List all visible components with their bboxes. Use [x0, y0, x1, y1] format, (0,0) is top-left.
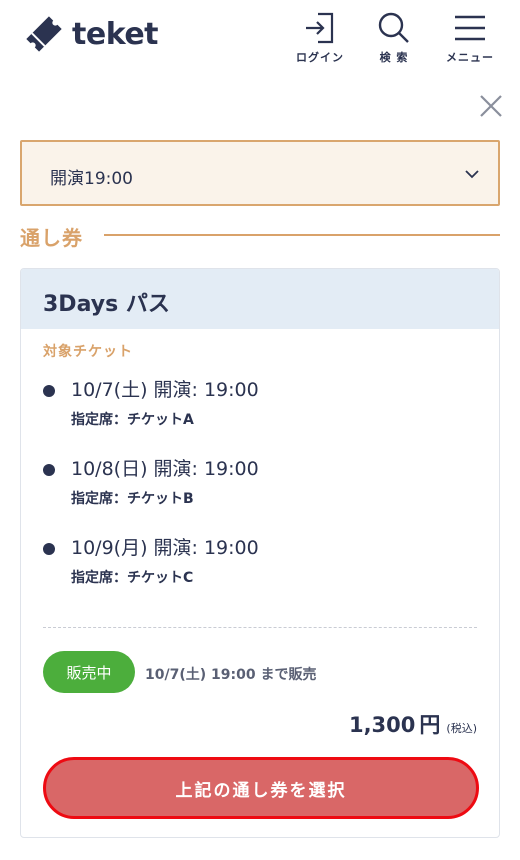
dashed-divider [43, 627, 477, 628]
section-title: 通し券 [20, 226, 83, 250]
list-item: 10/9(月) 開演: 19:00 指定席：チケットC [43, 533, 483, 593]
ticket-date: 10/7(土) 開演: 19:00 [71, 379, 259, 401]
login-button[interactable]: ログイン [290, 10, 350, 68]
menu-icon [455, 15, 485, 41]
close-icon[interactable] [478, 93, 504, 119]
target-tickets-label: 対象チケット [43, 344, 133, 360]
ticket-logo-icon [26, 16, 62, 52]
site-header: teket ログイン 検 索 メニュー [0, 0, 520, 76]
chevron-down-icon [465, 170, 479, 179]
performance-select-value: 開演19:00 [50, 169, 133, 189]
logo-text: teket [72, 16, 159, 52]
price-tax-note: (税込) [446, 722, 477, 735]
list-item: 10/7(土) 開演: 19:00 指定席：チケットA [43, 375, 483, 435]
price-unit: 円 [419, 713, 441, 737]
pass-title: 3Days パス [43, 292, 170, 317]
login-icon [306, 12, 334, 44]
status-badge: 販売中 [43, 651, 135, 693]
menu-label: メニュー [446, 51, 494, 64]
list-item: 10/8(日) 開演: 19:00 指定席：チケットB [43, 454, 483, 514]
ticket-seat: 指定席：チケットC [71, 570, 194, 586]
bullet [43, 464, 55, 476]
pass-card: 3Days パス 対象チケット 10/7(土) 開演: 19:00 指定席：チケ… [20, 268, 500, 838]
menu-button[interactable]: メニュー [440, 10, 500, 68]
sale-period: 10/7(土) 19:00 まで販売 [145, 667, 317, 683]
price-amount: 1,300 [348, 713, 416, 737]
teket-logo[interactable]: teket [22, 12, 159, 56]
search-label: 検 索 [379, 51, 409, 64]
ticket-seat: 指定席：チケットB [71, 491, 194, 507]
section-divider [104, 234, 500, 236]
bullet [43, 543, 55, 555]
bullet [43, 385, 55, 397]
ticket-date: 10/8(日) 開演: 19:00 [71, 458, 259, 480]
ticket-seat: 指定席：チケットA [71, 412, 194, 428]
ticket-date: 10/9(月) 開演: 19:00 [71, 537, 259, 559]
login-label: ログイン [296, 51, 344, 64]
search-icon [378, 12, 409, 43]
select-pass-button[interactable]: 上記の通し券を選択 [43, 757, 479, 819]
pass-card-header: 3Days パス [21, 269, 499, 329]
price: 1,300 円 (税込) [349, 709, 477, 739]
performance-select[interactable]: 開演19:00 [20, 140, 500, 206]
search-button[interactable]: 検 索 [364, 10, 424, 68]
